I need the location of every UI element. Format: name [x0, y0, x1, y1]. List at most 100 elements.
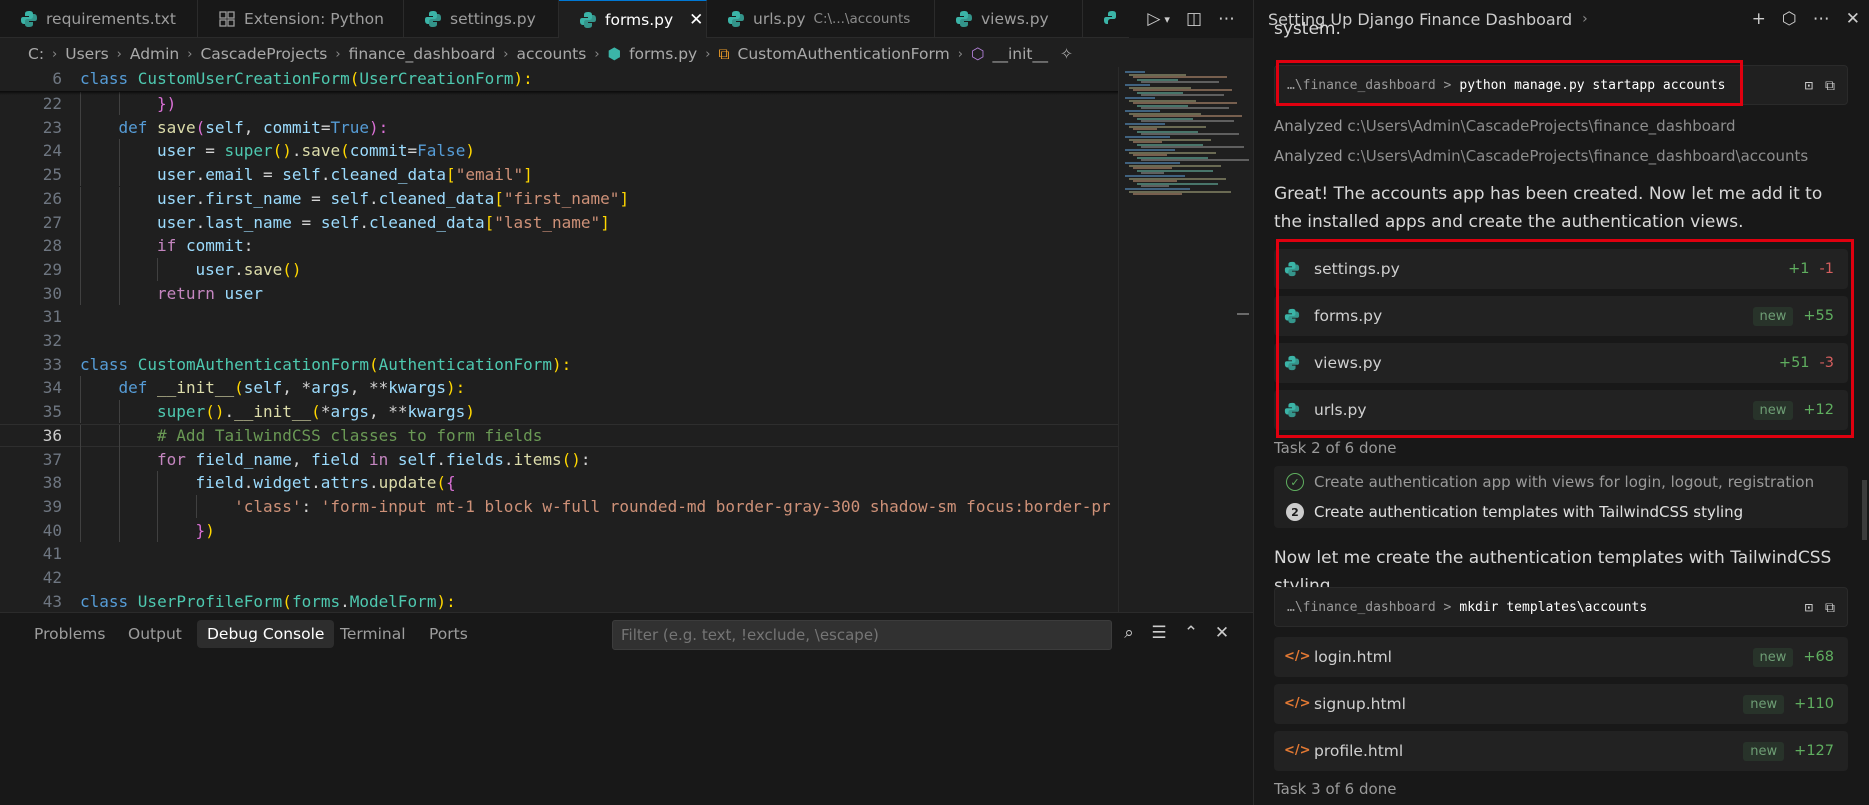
python-icon	[1284, 355, 1300, 371]
code-line[interactable]: 32	[0, 329, 1118, 353]
run-icon[interactable]: ▷	[1147, 9, 1160, 29]
panel-tab-debug-console[interactable]: Debug Console	[197, 620, 335, 648]
code-line[interactable]: 30 return user	[0, 281, 1118, 305]
breadcrumb-item[interactable]: __init__	[992, 45, 1048, 63]
file-change-row[interactable]: forms.py new +55	[1274, 296, 1848, 336]
code-editor[interactable]: 6 class CustomUserCreationForm(UserCreati…	[0, 67, 1118, 612]
code-line[interactable]: 26 user.first_name = self.cleaned_data["f…	[0, 186, 1118, 211]
line-number: 31	[42, 307, 62, 327]
code-token: (	[436, 473, 447, 493]
line-number: 41	[42, 544, 62, 564]
code-line[interactable]: 40})	[0, 518, 1118, 542]
code-token: __init__	[157, 378, 235, 398]
breadcrumb-item[interactable]: accounts	[517, 45, 587, 63]
code-token: user	[157, 141, 196, 161]
search-icon[interactable]: ⌕	[1118, 622, 1140, 644]
code-line[interactable]: 27 user.last_name = self.cleaned_data["la…	[0, 210, 1118, 234]
tab-overflow[interactable]: u	[1083, 0, 1139, 38]
chevron-up-icon[interactable]: ⌃	[1180, 622, 1202, 644]
code-token: UserProfileForm	[137, 591, 283, 611]
panel-tab-ports[interactable]: Ports	[419, 620, 478, 648]
indent-guide	[80, 115, 81, 140]
code-line[interactable]: 22})	[0, 91, 1118, 116]
tab-settings[interactable]: settings.py	[404, 0, 559, 38]
code-line[interactable]: 25 user.email = self.cleaned_data["email"…	[0, 162, 1118, 187]
breadcrumb-item[interactable]: Admin	[130, 45, 179, 63]
code-line[interactable]: 31	[0, 305, 1118, 329]
file-name: login.html	[1314, 648, 1392, 666]
command-block: …\finance_dashboard > python manage.py s…	[1274, 65, 1848, 105]
close-icon[interactable]: ✕	[689, 10, 703, 30]
copy-icon[interactable]: ⧉	[1825, 600, 1835, 616]
code-token: def	[118, 378, 158, 398]
code-line[interactable]: 6 class CustomUserCreationForm(UserCreati…	[0, 67, 1118, 91]
file-change-row[interactable]: </> login.html new +68	[1274, 637, 1848, 677]
tab-views[interactable]: views.py	[935, 0, 1083, 38]
code-token: user	[195, 259, 235, 279]
analyzed-path[interactable]: c:\Users\Admin\CascadeProjects\finance_d…	[1347, 147, 1808, 165]
code-line[interactable]: 39 'class': 'form-input mt-1 block w-full…	[0, 494, 1118, 519]
file-change-row[interactable]: </> signup.html new +110	[1274, 684, 1848, 724]
copy-icon[interactable]: ⧉	[1825, 78, 1835, 94]
code-line[interactable]: 33 class CustomAuthenticationForm(Authent…	[0, 352, 1118, 376]
new-badge: new	[1743, 741, 1785, 761]
code-text: 'class': 'form-input mt-1 block w-full r…	[234, 497, 1111, 516]
code-token: user	[157, 212, 196, 232]
sparkle-icon[interactable]: ✧	[1060, 45, 1073, 63]
code-token: class	[80, 69, 138, 89]
code-token: UserCreationForm	[359, 69, 514, 89]
debug-filter-input[interactable]	[612, 620, 1112, 650]
code-token: (	[349, 69, 360, 89]
code-line[interactable]: 37 for field_name, field in self.fields.i…	[0, 447, 1118, 471]
code-line[interactable]: 24 user = super().save(commit=False)	[0, 139, 1118, 163]
file-change-row[interactable]: settings.py +1 -1	[1274, 249, 1848, 289]
code-line[interactable]: 35 super().__init__(*args, **kwargs)	[0, 399, 1118, 424]
code-line[interactable]: 38 field.widget.attrs.update({	[0, 470, 1118, 495]
breadcrumb-item[interactable]: CustomAuthenticationForm	[738, 45, 950, 63]
panel-tab-problems[interactable]: Problems	[24, 620, 115, 648]
tab-urls[interactable]: urls.py C:\...\accounts	[707, 0, 935, 38]
split-editor-icon[interactable]: ◫	[1186, 9, 1202, 29]
code-token: email	[205, 165, 254, 185]
terminal-icon[interactable]: ⊡	[1805, 78, 1813, 94]
file-change-row[interactable]: urls.py new +12	[1274, 390, 1848, 430]
code-line[interactable]: 28 if commit:	[0, 233, 1118, 258]
breadcrumb-item[interactable]: CascadeProjects	[200, 45, 327, 63]
indent-guide	[118, 210, 120, 234]
file-change-row[interactable]: views.py +51 -3	[1274, 343, 1848, 383]
lines-added: +68	[1803, 649, 1834, 665]
breadcrumb-item[interactable]: finance_dashboard	[349, 45, 496, 63]
breadcrumb-item[interactable]: C:	[28, 45, 44, 63]
chat-scrollbar[interactable]	[1862, 480, 1867, 540]
tab-requirements[interactable]: requirements.txt	[0, 0, 198, 38]
lines-added: +12	[1803, 402, 1834, 418]
code-line[interactable]: 43 class UserProfileForm(forms.ModelForm)…	[0, 589, 1118, 612]
minimap[interactable]	[1118, 67, 1250, 612]
code-text: user.save()	[196, 260, 302, 279]
code-line[interactable]: 41	[0, 542, 1118, 566]
tab-forms[interactable]: forms.py ✕	[559, 0, 707, 38]
code-line[interactable]: 36 # Add TailwindCSS classes to form fiel…	[0, 423, 1118, 449]
command-prefix: …\finance_dashboard >	[1287, 599, 1452, 615]
minimap-slider[interactable]	[1237, 313, 1249, 315]
close-panel-icon[interactable]: ✕	[1211, 622, 1233, 644]
code-line[interactable]: 34 def __init__(self, *args, **kwargs):	[0, 376, 1118, 400]
breadcrumb-item[interactable]: Users	[65, 45, 108, 63]
code-line[interactable]: 42	[0, 566, 1118, 590]
analyzed-path[interactable]: c:\Users\Admin\CascadeProjects\finance_d…	[1347, 117, 1735, 135]
terminal-icon[interactable]: ⊡	[1805, 600, 1813, 616]
chevron-down-icon[interactable]: ▾	[1164, 13, 1170, 26]
file-change-row[interactable]: </> profile.html new +127	[1274, 731, 1848, 771]
more-icon[interactable]: ⋯	[1218, 9, 1235, 29]
python-icon	[579, 11, 597, 29]
breadcrumb-item[interactable]: forms.py	[629, 45, 697, 63]
code-line[interactable]: 23 def save(self, commit=True):	[0, 115, 1118, 140]
code-token: =	[291, 212, 321, 232]
clear-console-icon[interactable]: ☰	[1148, 622, 1170, 644]
code-line[interactable]: 29 user.save()	[0, 257, 1118, 282]
indent-guide	[118, 139, 120, 163]
code-text: # Add TailwindCSS classes to form fields	[157, 426, 542, 445]
tab-extension-python[interactable]: Extension: Python	[198, 0, 404, 38]
panel-tab-terminal[interactable]: Terminal	[330, 620, 416, 648]
panel-tab-output[interactable]: Output	[118, 620, 192, 648]
